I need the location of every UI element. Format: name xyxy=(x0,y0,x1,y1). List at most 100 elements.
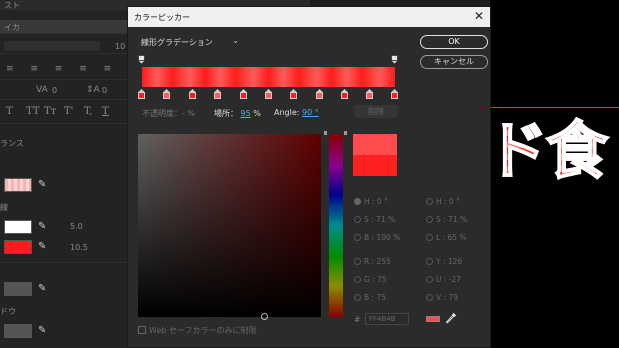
radio-button[interactable] xyxy=(354,276,361,283)
color-stop-7[interactable] xyxy=(316,89,323,99)
stroke-color-swatch-1[interactable] xyxy=(4,220,32,234)
web-safe-label: Web セーフカラーのみに制限 xyxy=(149,326,257,335)
kerning-value[interactable]: 0 xyxy=(52,86,57,95)
chevron-down-icon: ⌄ xyxy=(232,36,239,45)
location-field: 場所： 95 % xyxy=(214,108,261,119)
angle-value[interactable]: 90 ° xyxy=(302,108,319,117)
eyedropper-icon[interactable]: ✎ xyxy=(38,241,50,253)
opacity-stop-left[interactable] xyxy=(138,55,145,64)
background-color-swatch[interactable] xyxy=(4,282,32,296)
shadow-color-swatch[interactable] xyxy=(4,324,32,338)
hsb-b-value: B : 100 % xyxy=(364,233,401,242)
eyedropper-icon[interactable]: ✎ xyxy=(38,179,50,191)
eyedropper-icon[interactable]: ✎ xyxy=(38,221,50,233)
type-style-4[interactable]: T, xyxy=(84,106,92,117)
radio-button[interactable] xyxy=(426,216,433,223)
rgb-g-row[interactable]: G : 75 xyxy=(354,275,387,284)
radio-button[interactable] xyxy=(354,198,361,205)
color-stop-3[interactable] xyxy=(214,89,221,99)
delete-stop-button[interactable]: 削除 xyxy=(354,105,398,118)
new-color-preview xyxy=(353,134,397,155)
hsl-s-value: S : 71 % xyxy=(436,215,468,224)
hsl-h-value: H : 0 ° xyxy=(436,197,460,206)
dialog-titlebar[interactable]: カラーピッカー ✕ xyxy=(128,7,490,27)
rgb-b-row[interactable]: B : 75 xyxy=(354,293,386,302)
yuv-y-row[interactable]: Y : 126 xyxy=(426,257,462,266)
angle-field: Angle: 90 ° xyxy=(274,108,319,117)
title-text-graphic[interactable]: ド食 xyxy=(490,100,609,190)
color-stop-2[interactable] xyxy=(189,89,196,99)
yuv-u-row[interactable]: U : -27 xyxy=(426,275,461,284)
tracking-value[interactable]: 0 xyxy=(102,86,107,95)
saturation-brightness-field[interactable] xyxy=(138,134,321,317)
hex-input[interactable]: FF4B4B xyxy=(365,313,409,325)
radio-button[interactable] xyxy=(354,294,361,301)
yuv-v-value: V : 79 xyxy=(436,293,458,302)
font-size-value[interactable]: 10 xyxy=(115,42,125,51)
hsb-s-value: S : 71 % xyxy=(364,215,396,224)
web-safe-checkbox-row[interactable]: Web セーフカラーのみに制限 xyxy=(138,325,257,336)
fill-color-swatch[interactable] xyxy=(4,178,32,192)
radio-button[interactable] xyxy=(426,198,433,205)
type-style-0[interactable]: T xyxy=(6,106,13,117)
color-stop-4[interactable] xyxy=(240,89,247,99)
color-stop-9[interactable] xyxy=(366,89,373,99)
stroke-width-2[interactable]: 10.5 xyxy=(70,243,88,252)
rgb-r-row[interactable]: R : 255 xyxy=(354,257,391,266)
font-style-dropdown[interactable] xyxy=(4,41,100,51)
angle-label: Angle: xyxy=(274,108,300,117)
hue-marker-right[interactable] xyxy=(344,131,347,135)
cancel-button[interactable]: キャンセル xyxy=(420,55,488,69)
opacity-field: 不透明度：- % xyxy=(142,109,196,118)
radio-button[interactable] xyxy=(426,234,433,241)
color-stop-10[interactable] xyxy=(391,89,398,99)
type-style-2[interactable]: Tт xyxy=(44,106,56,117)
hsl-l-row[interactable]: L : 65 % xyxy=(426,233,467,242)
kerning-icon: VA xyxy=(36,85,48,95)
stroke-color-swatch-2[interactable] xyxy=(4,240,32,254)
color-stop-5[interactable] xyxy=(265,89,272,99)
color-stop-6[interactable] xyxy=(290,89,297,99)
hsl-s-row[interactable]: S : 71 % xyxy=(426,215,467,224)
stroke-width-1[interactable]: 5.0 xyxy=(70,222,83,231)
type-style-5[interactable]: T xyxy=(102,106,109,117)
color-stop-1[interactable] xyxy=(163,89,170,99)
hsl-h-row[interactable]: H : 0 ° xyxy=(426,197,460,206)
current-color-chip xyxy=(426,316,440,322)
hsb-h-row[interactable]: H : 0 ° xyxy=(354,197,388,206)
rgb-r-value: R : 255 xyxy=(364,257,391,266)
radio-button[interactable] xyxy=(426,258,433,265)
location-unit: % xyxy=(253,109,261,118)
color-stop-0[interactable] xyxy=(138,89,145,99)
close-icon[interactable]: ✕ xyxy=(474,9,484,23)
radio-button[interactable] xyxy=(426,294,433,301)
hsb-h-value: H : 0 ° xyxy=(364,197,388,206)
previous-color-preview[interactable] xyxy=(353,155,397,176)
hsl-l-value: L : 65 % xyxy=(436,233,467,242)
hsb-s-row[interactable]: S : 71 % xyxy=(354,215,395,224)
rgb-b-value: B : 75 xyxy=(364,293,386,302)
type-style-3[interactable]: T' xyxy=(64,106,73,117)
color-stop-8[interactable] xyxy=(341,89,348,99)
hsb-b-row[interactable]: B : 100 % xyxy=(354,233,400,242)
radio-button[interactable] xyxy=(354,234,361,241)
type-style-1[interactable]: TT xyxy=(26,106,40,117)
eyedropper-icon[interactable]: ✎ xyxy=(38,283,50,295)
radio-button[interactable] xyxy=(426,276,433,283)
gradient-type-dropdown[interactable]: 線形グラデーション ⌄ xyxy=(138,35,242,48)
web-safe-checkbox[interactable] xyxy=(138,326,146,334)
radio-button[interactable] xyxy=(354,216,361,223)
location-value[interactable]: 95 xyxy=(241,109,251,118)
hue-slider[interactable] xyxy=(329,134,343,317)
panel-header-text: スト xyxy=(4,1,20,10)
yuv-v-row[interactable]: V : 79 xyxy=(426,293,458,302)
ok-button[interactable]: OK xyxy=(420,35,488,49)
picker-handle[interactable] xyxy=(261,313,268,320)
eyedropper-icon[interactable]: ✎ xyxy=(38,325,50,337)
hue-marker-left[interactable] xyxy=(324,131,327,135)
gradient-preview-bar[interactable] xyxy=(142,67,395,87)
yuv-y-value: Y : 126 xyxy=(436,257,463,266)
eyedropper-icon[interactable] xyxy=(446,312,457,324)
opacity-stop-right[interactable] xyxy=(391,55,398,64)
radio-button[interactable] xyxy=(354,258,361,265)
